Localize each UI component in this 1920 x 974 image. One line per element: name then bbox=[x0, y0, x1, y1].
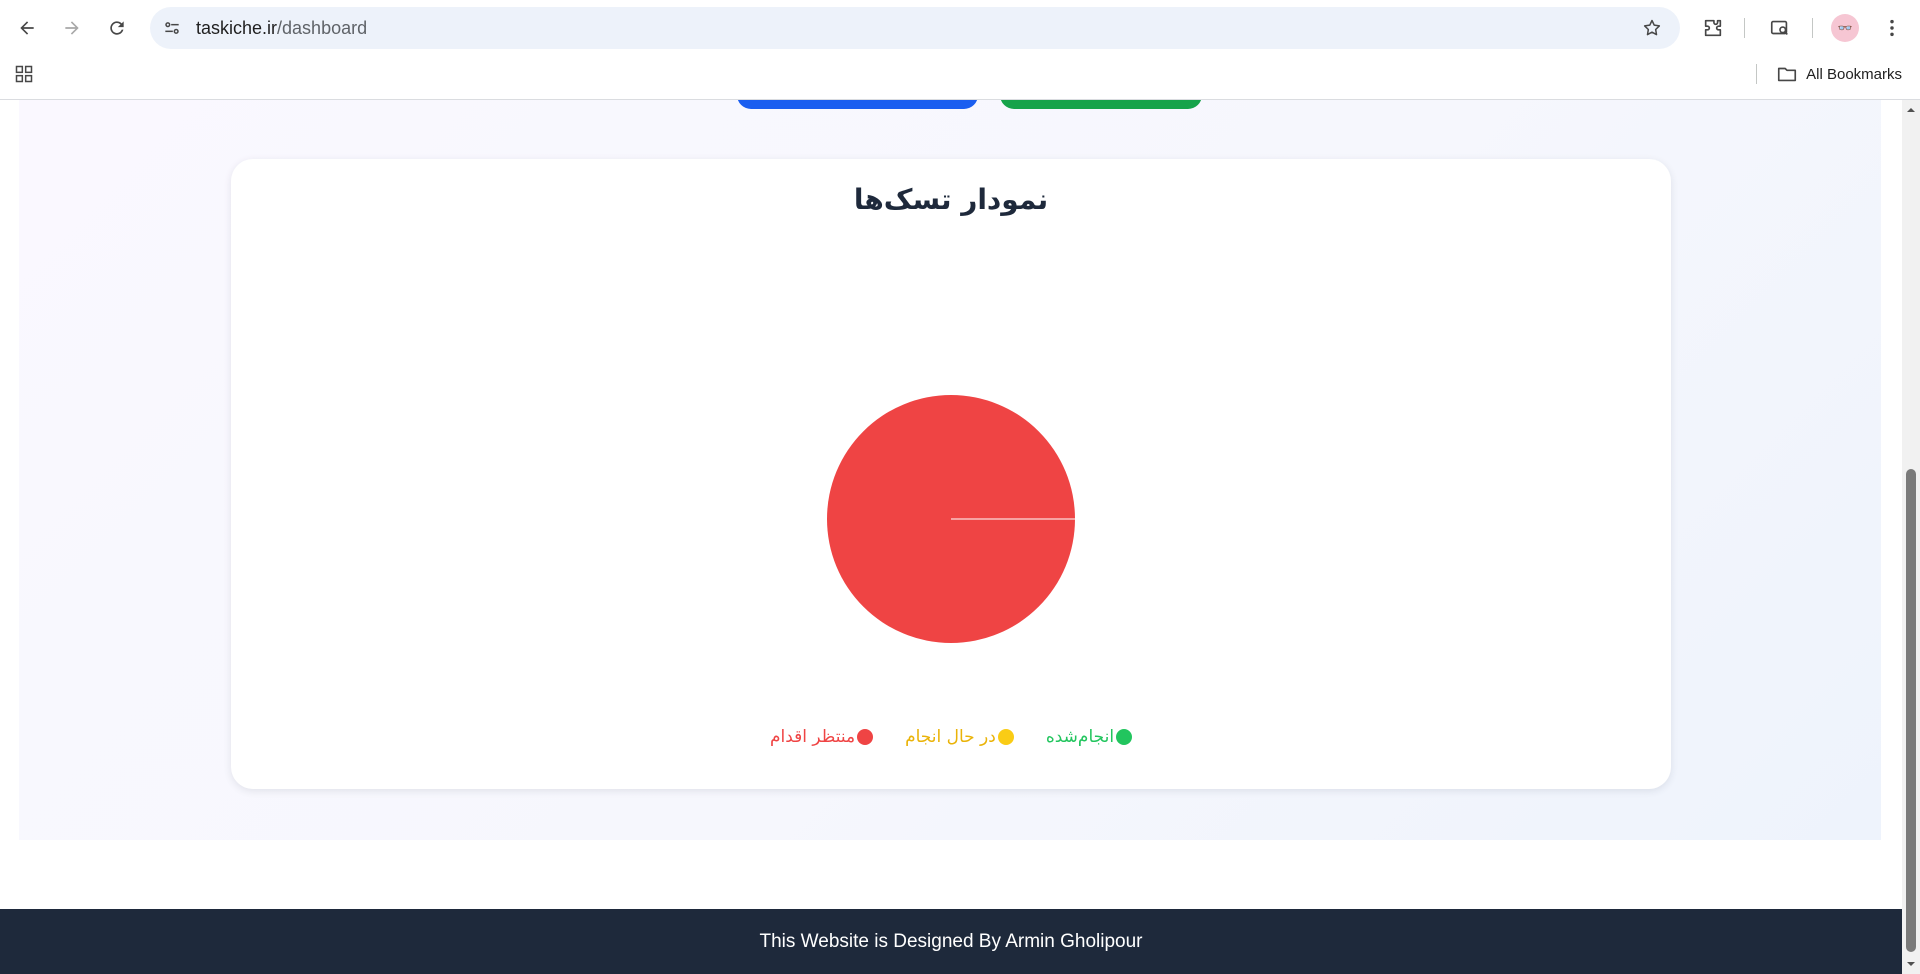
vertical-scrollbar[interactable] bbox=[1902, 100, 1920, 974]
scrollbar-thumb[interactable] bbox=[1906, 469, 1916, 952]
chart-title: نمودار تسک‌ها bbox=[853, 183, 1049, 216]
legend-label-in-progress: در حال انجام bbox=[905, 727, 996, 747]
reload-button[interactable] bbox=[101, 12, 133, 44]
legend-dot-done bbox=[1116, 729, 1133, 745]
scroll-down-arrow-icon[interactable] bbox=[1902, 956, 1920, 972]
address-bar[interactable]: taskiche.ir/dashboard bbox=[150, 7, 1680, 49]
back-button[interactable] bbox=[11, 12, 43, 44]
legend-item-in-progress[interactable]: در حال انجام bbox=[905, 727, 1014, 747]
reload-icon bbox=[110, 21, 124, 35]
task-chart-card: نمودار تسک‌ها انجام‌شده در حال انجام منت… bbox=[231, 159, 1671, 789]
chart-legend: انجام‌شده در حال انجام منتظر اقدام bbox=[231, 727, 1671, 747]
arrow-left-icon bbox=[20, 21, 34, 35]
forward-button[interactable] bbox=[56, 12, 88, 44]
all-bookmarks-button[interactable]: All Bookmarks bbox=[1776, 60, 1902, 88]
legend-dot-in-progress bbox=[997, 729, 1014, 745]
apps-grid-icon[interactable] bbox=[12, 62, 36, 86]
kebab-menu-icon[interactable] bbox=[1876, 12, 1908, 44]
green-action-button[interactable] bbox=[1000, 100, 1202, 109]
bookmark-star-icon[interactable] bbox=[1640, 16, 1664, 40]
task-pie-chart bbox=[827, 395, 1075, 643]
legend-dot-pending bbox=[857, 729, 874, 745]
legend-label-done: انجام‌شده bbox=[1045, 727, 1115, 747]
legend-item-done[interactable]: انجام‌شده bbox=[1045, 727, 1133, 747]
blue-action-button[interactable] bbox=[737, 100, 978, 109]
url-text[interactable]: taskiche.ir/dashboard bbox=[196, 7, 367, 49]
toolbar-divider bbox=[1744, 18, 1745, 38]
url-host: taskiche.ir bbox=[196, 18, 278, 38]
folder-icon bbox=[1778, 67, 1797, 82]
footer-credit-text: This Website is Designed By Armin Gholip… bbox=[759, 931, 1143, 952]
site-info-icon[interactable] bbox=[160, 16, 184, 40]
url-path: /dashboard bbox=[277, 18, 368, 38]
page-viewport: نمودار تسک‌ها انجام‌شده در حال انجام منت… bbox=[0, 100, 1902, 974]
arrow-right-icon bbox=[65, 21, 79, 35]
legend-label-pending: منتظر اقدام bbox=[769, 727, 856, 747]
scroll-up-arrow-icon[interactable] bbox=[1902, 102, 1920, 118]
site-footer: This Website is Designed By Armin Gholip… bbox=[0, 909, 1902, 974]
browser-chrome: taskiche.ir/dashboard 👓 All Bookmarks bbox=[0, 0, 1920, 100]
toolbar-divider bbox=[1812, 18, 1813, 38]
legend-item-pending[interactable]: منتظر اقدام bbox=[769, 727, 874, 747]
avatar-glyph: 👓 bbox=[1837, 21, 1853, 35]
tab-search-icon[interactable] bbox=[1764, 12, 1796, 44]
profile-avatar[interactable]: 👓 bbox=[1831, 14, 1859, 42]
extensions-icon[interactable] bbox=[1697, 12, 1729, 44]
bookmarks-divider bbox=[1756, 64, 1757, 84]
all-bookmarks-label: All Bookmarks bbox=[1806, 65, 1902, 83]
